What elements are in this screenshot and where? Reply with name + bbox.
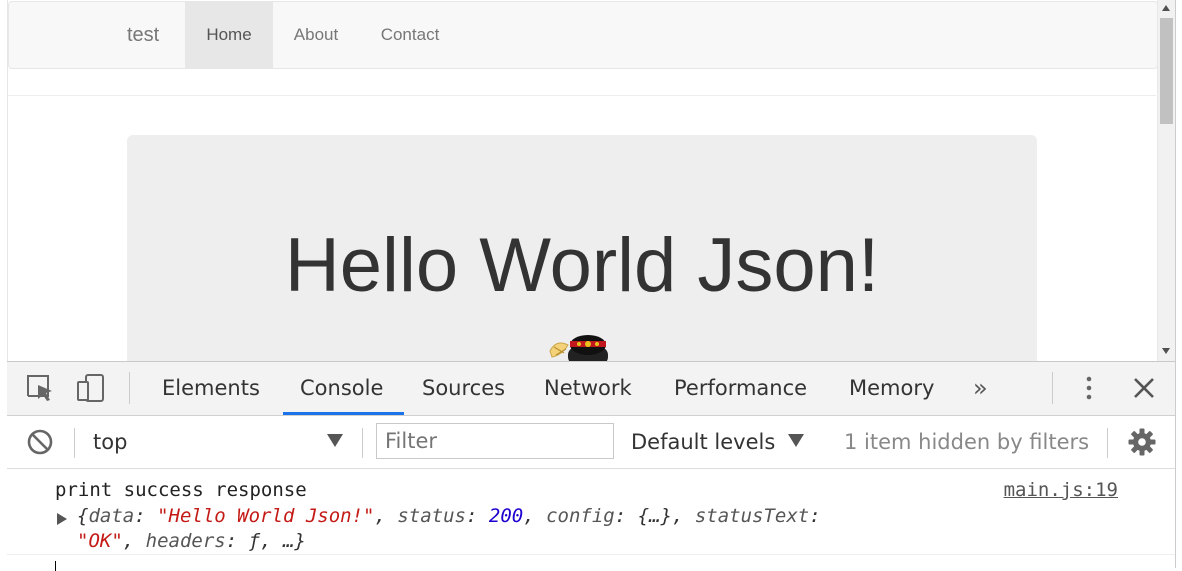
console-message: print success response <box>55 479 307 501</box>
nav-about-link[interactable]: About <box>273 2 359 68</box>
obj-key: headers <box>145 530 226 552</box>
obj-brace: } <box>294 530 306 552</box>
obj-number-value: 200 <box>488 505 524 527</box>
chevron-down-icon[interactable] <box>788 434 804 447</box>
hidden-items-note: 1 item hidden by filters <box>844 430 1090 454</box>
obj-key: status <box>397 505 466 527</box>
devtools-panel: Elements Console Sources Network Perform… <box>7 361 1175 571</box>
tab-console[interactable]: Console <box>300 362 383 415</box>
tab-sources[interactable]: Sources <box>422 362 505 415</box>
obj-key: statusText <box>694 505 810 527</box>
toolbar-separator <box>74 428 75 458</box>
tab-performance[interactable]: Performance <box>674 362 807 415</box>
obj-value: {…} <box>637 505 672 527</box>
page-left-edge <box>0 0 8 361</box>
nav-home-link[interactable]: Home <box>185 2 273 68</box>
filter-input[interactable] <box>376 423 614 459</box>
obj-string-value: "OK" <box>77 530 123 552</box>
console-prompt-caret[interactable] <box>55 561 56 571</box>
scrollbar-thumb[interactable] <box>1160 18 1173 124</box>
toolbar-separator <box>1107 428 1108 458</box>
active-tab-indicator <box>283 412 404 415</box>
jumbotron-title: Hello World Json! <box>284 223 880 308</box>
divider <box>8 95 1156 96</box>
log-levels-select[interactable]: Default levels <box>631 428 775 456</box>
toolbar-separator <box>129 372 130 404</box>
obj-string-value: "Hello World Json!" <box>157 505 375 527</box>
navbar-brand[interactable]: test <box>127 2 159 68</box>
obj-brace: { <box>77 505 89 527</box>
obj-ellipsis: … <box>282 530 295 552</box>
console-prompt-divider <box>7 554 1175 555</box>
navbar: test Home About Contact <box>8 1 1158 69</box>
device-toolbar-icon[interactable] <box>75 372 107 404</box>
page-vertical-scrollbar[interactable] <box>1157 0 1175 361</box>
source-link[interactable]: main.js:19 <box>1004 479 1118 501</box>
tab-memory[interactable]: Memory <box>849 362 934 415</box>
obj-key: data <box>88 505 135 527</box>
more-tabs-chevron-icon[interactable]: » <box>973 362 988 415</box>
mascot-image <box>549 335 608 361</box>
tab-elements[interactable]: Elements <box>162 362 260 415</box>
console-object-preview[interactable]: {data: "Hello World Json!", status: 200,… <box>77 504 957 554</box>
expand-triangle-icon[interactable] <box>57 513 67 525</box>
toolbar-separator <box>1052 372 1053 404</box>
obj-key: config <box>546 505 615 527</box>
toolbar-separator <box>362 428 363 458</box>
inspect-element-icon[interactable] <box>25 372 57 404</box>
nav-contact-link[interactable]: Contact <box>359 2 461 68</box>
devtools-tabbar: Elements Console Sources Network Perform… <box>7 362 1175 416</box>
window-right-edge <box>1175 0 1182 568</box>
chevron-down-icon[interactable] <box>327 434 343 447</box>
page-viewport: test Home About Contact Hello World Json… <box>0 0 1182 361</box>
gear-icon[interactable] <box>1127 427 1157 457</box>
obj-value: ƒ <box>248 530 261 552</box>
console-output: print success response main.js:19 {data:… <box>7 469 1175 571</box>
jumbotron: Hello World Json! <box>127 135 1037 361</box>
console-filter-bar: top Default levels 1 item hidden by filt… <box>7 416 1175 469</box>
kebab-menu-icon[interactable] <box>1073 372 1105 404</box>
context-value: top <box>93 430 128 454</box>
context-select[interactable]: top <box>93 428 353 456</box>
clear-console-icon[interactable] <box>25 427 55 457</box>
tab-network[interactable]: Network <box>544 362 632 415</box>
scroll-up-arrow-icon[interactable] <box>1162 5 1170 11</box>
scroll-down-arrow-icon[interactable] <box>1162 348 1170 354</box>
close-icon[interactable] <box>1128 372 1160 404</box>
